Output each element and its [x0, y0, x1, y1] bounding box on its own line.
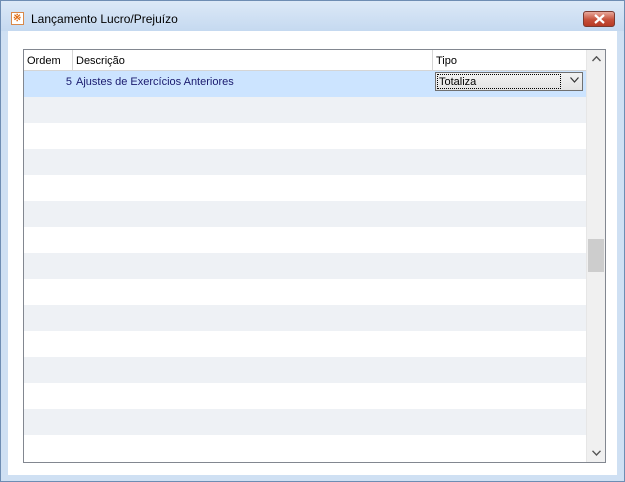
column-header-descricao[interactable]: Descrição: [73, 50, 433, 70]
chevron-up-icon: [592, 56, 601, 62]
empty-table-row[interactable]: [24, 279, 586, 305]
dialog-body: Ordem Descrição Tipo 5 Ajustes de Exercí…: [8, 31, 617, 475]
empty-table-row[interactable]: [24, 357, 586, 383]
empty-table-row[interactable]: [24, 331, 586, 357]
dialog-window: ※ Lançamento Lucro/Prejuízo Ordem Descri…: [0, 0, 625, 482]
grid-header: Ordem Descrição Tipo: [24, 50, 587, 71]
table-row[interactable]: 5 Ajustes de Exercícios Anteriores Total…: [24, 71, 586, 97]
column-header-ordem[interactable]: Ordem: [24, 50, 73, 70]
chevron-down-icon: [592, 450, 601, 456]
empty-table-row[interactable]: [24, 253, 586, 279]
scroll-up-button[interactable]: [587, 50, 605, 68]
empty-table-row[interactable]: [24, 435, 586, 461]
vertical-scrollbar[interactable]: [586, 50, 605, 462]
title-bar[interactable]: ※ Lançamento Lucro/Prejuízo: [1, 1, 624, 31]
empty-table-row[interactable]: [24, 175, 586, 201]
empty-table-row[interactable]: [24, 383, 586, 409]
close-icon: [594, 14, 605, 24]
column-header-tipo[interactable]: Tipo: [433, 50, 587, 70]
app-logo-icon: ※: [11, 12, 24, 25]
empty-table-row[interactable]: [24, 201, 586, 227]
chevron-down-icon: [570, 77, 579, 83]
empty-table-row[interactable]: [24, 97, 586, 123]
cell-descricao[interactable]: Ajustes de Exercícios Anteriores: [76, 71, 431, 97]
empty-table-row[interactable]: [24, 227, 586, 253]
empty-table-row[interactable]: [24, 123, 586, 149]
tipo-dropdown[interactable]: Totaliza: [435, 72, 583, 91]
scroll-down-button[interactable]: [587, 444, 605, 462]
empty-table-row[interactable]: [24, 149, 586, 175]
empty-table-row[interactable]: [24, 409, 586, 435]
window-title: Lançamento Lucro/Prejuízo: [31, 12, 178, 26]
empty-table-row[interactable]: [24, 305, 586, 331]
data-grid[interactable]: Ordem Descrição Tipo 5 Ajustes de Exercí…: [23, 49, 606, 463]
tipo-dropdown-value: Totaliza: [437, 74, 561, 89]
close-button[interactable]: [583, 11, 615, 27]
scroll-thumb[interactable]: [588, 239, 604, 272]
cell-ordem[interactable]: 5: [24, 71, 72, 97]
